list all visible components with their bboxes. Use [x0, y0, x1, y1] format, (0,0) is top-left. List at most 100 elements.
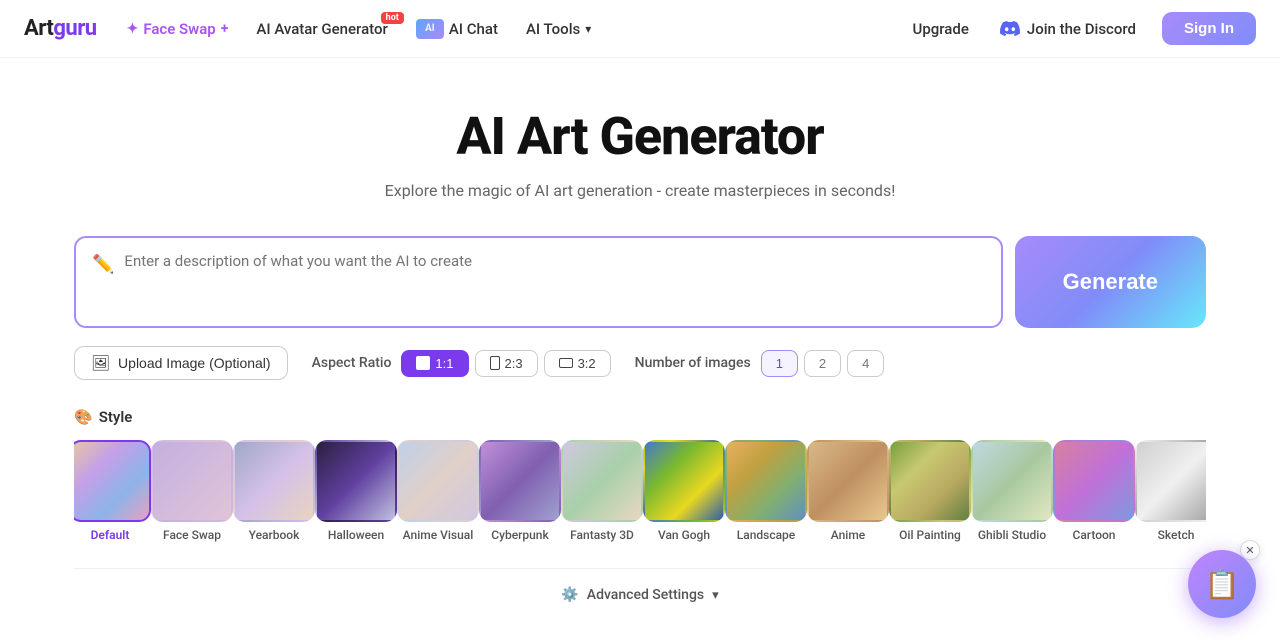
- style-name-oilpainting: Oil Painting: [899, 528, 961, 542]
- style-thumb-inner-faceswap: [153, 442, 231, 520]
- style-item-faceswap[interactable]: Face Swap: [156, 440, 228, 542]
- image-icon: 🖼: [91, 354, 110, 372]
- upload-image-button[interactable]: 🖼 Upload Image (Optional): [74, 346, 288, 380]
- options-row: 🖼 Upload Image (Optional) Aspect Ratio 1…: [74, 346, 1206, 380]
- style-thumb-inner-halloween: [317, 442, 395, 520]
- style-name-ghibli: Ghibli Studio: [978, 528, 1046, 542]
- aspect-ratio-label: Aspect Ratio: [312, 355, 392, 371]
- style-name-halloween: Halloween: [328, 528, 384, 542]
- nav-aitools-label: AI Tools: [526, 20, 580, 38]
- brand-logo[interactable]: Artguru: [24, 16, 97, 41]
- nav-aichat-label: AI Chat: [449, 20, 498, 38]
- page-title: AI Art Generator: [74, 106, 1206, 167]
- plus-icon: +: [221, 21, 229, 37]
- discord-icon: [999, 18, 1021, 40]
- style-item-vangogh[interactable]: Van Gogh: [648, 440, 720, 542]
- nav-faceswap-label: Face Swap: [143, 20, 215, 38]
- num-4-button[interactable]: 4: [847, 350, 884, 377]
- signin-button[interactable]: Sign In: [1162, 12, 1256, 45]
- style-item-default[interactable]: Default: [74, 440, 146, 542]
- star-icon: ✦: [127, 21, 139, 37]
- ratio-1-1-button[interactable]: 1:1: [401, 350, 468, 377]
- nav-upgrade[interactable]: Upgrade: [901, 14, 981, 44]
- style-thumb-inner-cartoon: [1055, 442, 1133, 520]
- style-item-fantasy3d[interactable]: Fantasty 3D: [566, 440, 638, 542]
- style-item-cartoon[interactable]: Cartoon: [1058, 440, 1130, 542]
- main-content: AI Art Generator Explore the magic of AI…: [50, 58, 1230, 621]
- style-header: 🎨 Style: [74, 408, 1206, 426]
- nav-aitools[interactable]: AI Tools ▾: [516, 14, 601, 44]
- num-2-button[interactable]: 2: [804, 350, 841, 377]
- nav-discord[interactable]: Join the Discord: [989, 12, 1146, 46]
- advanced-settings-row[interactable]: ⚙️ Advanced Settings ▾: [74, 568, 1206, 621]
- aspect-ratio-group: Aspect Ratio 1:1 2:3 3:2: [312, 350, 611, 377]
- style-item-oilpainting[interactable]: Oil Painting: [894, 440, 966, 542]
- style-thumb-inner-default: [74, 442, 149, 520]
- pencil-icon: ✏️: [92, 254, 114, 275]
- nav-avatar-label: AI Avatar Generator: [256, 20, 387, 38]
- prompt-row: ✏️ Generate: [74, 236, 1206, 328]
- style-thumb-default: [74, 440, 151, 522]
- ratio-11-icon: [416, 356, 430, 370]
- style-thumb-halloween: [315, 440, 397, 522]
- style-icon: 🎨: [74, 408, 93, 426]
- style-thumb-inner-yearbook: [235, 442, 313, 520]
- chat-widget-button[interactable]: 📋: [1188, 550, 1256, 618]
- nav-discord-label: Join the Discord: [1027, 20, 1136, 38]
- ratio-2-3-button[interactable]: 2:3: [475, 350, 538, 377]
- ratio-32-label: 3:2: [578, 356, 596, 371]
- style-name-cartoon: Cartoon: [1073, 528, 1116, 542]
- style-thumb-inner-sketch: [1137, 442, 1206, 520]
- style-name-anime: Anime: [831, 528, 865, 542]
- style-item-halloween[interactable]: Halloween: [320, 440, 392, 542]
- style-thumb-inner-landscape: [727, 442, 805, 520]
- style-thumb-inner-anime: [809, 442, 887, 520]
- style-item-anime-visual[interactable]: Anime Visual: [402, 440, 474, 542]
- style-thumb-cartoon: [1053, 440, 1135, 522]
- prompt-input-wrap: ✏️: [74, 236, 1003, 328]
- nav-avatar[interactable]: AI Avatar Generator hot: [246, 14, 397, 44]
- upload-button-label: Upload Image (Optional): [118, 355, 271, 371]
- style-thumb-ghibli: [971, 440, 1053, 522]
- style-item-cyberpunk[interactable]: Cyberpunk: [484, 440, 556, 542]
- style-grid: Default Face Swap Yearbook Halloween Ani…: [74, 440, 1206, 548]
- style-label: Style: [99, 408, 133, 426]
- nav-faceswap[interactable]: ✦ Face Swap +: [117, 14, 239, 44]
- ratio-23-icon: [490, 356, 500, 370]
- style-item-sketch[interactable]: Sketch: [1140, 440, 1206, 542]
- style-name-landscape: Landscape: [737, 528, 795, 542]
- aichat-icon: AI: [416, 19, 444, 39]
- chevron-down-icon: ▾: [712, 588, 719, 603]
- style-item-ghibli[interactable]: Ghibli Studio: [976, 440, 1048, 542]
- settings-icon: ⚙️: [561, 587, 578, 603]
- style-thumb-inner-fantasy3d: [563, 442, 641, 520]
- style-thumb-inner-vangogh: [645, 442, 723, 520]
- generate-button[interactable]: Generate: [1015, 236, 1206, 328]
- ratio-23-label: 2:3: [505, 356, 523, 371]
- style-section: 🎨 Style Default Face Swap Yearbook Hallo: [74, 408, 1206, 548]
- chevron-down-icon: ▾: [585, 22, 591, 36]
- style-name-anime-visual: Anime Visual: [403, 528, 474, 542]
- num-images-group: Number of images 1 2 4: [635, 350, 885, 377]
- hero-subtitle: Explore the magic of AI art generation -…: [74, 181, 1206, 200]
- style-thumb-anime: [807, 440, 889, 522]
- ratio-11-label: 1:1: [435, 356, 453, 371]
- style-thumb-faceswap: [151, 440, 233, 522]
- style-item-anime[interactable]: Anime: [812, 440, 884, 542]
- hot-badge: hot: [381, 12, 404, 24]
- ratio-3-2-button[interactable]: 3:2: [544, 350, 611, 377]
- style-thumb-vangogh: [643, 440, 725, 522]
- num-images-label: Number of images: [635, 355, 751, 371]
- num-1-button[interactable]: 1: [761, 350, 798, 377]
- advanced-settings-label: Advanced Settings: [587, 587, 704, 603]
- style-name-cyberpunk: Cyberpunk: [491, 528, 548, 542]
- style-thumb-inner-oilpainting: [891, 442, 969, 520]
- style-item-yearbook[interactable]: Yearbook: [238, 440, 310, 542]
- navbar: Artguru ✦ Face Swap + AI Avatar Generato…: [0, 0, 1280, 58]
- style-item-landscape[interactable]: Landscape: [730, 440, 802, 542]
- style-name-default: Default: [91, 528, 130, 542]
- style-thumb-yearbook: [233, 440, 315, 522]
- nav-aichat[interactable]: AI AI Chat: [406, 13, 508, 45]
- prompt-input[interactable]: [124, 252, 984, 312]
- style-thumb-landscape: [725, 440, 807, 522]
